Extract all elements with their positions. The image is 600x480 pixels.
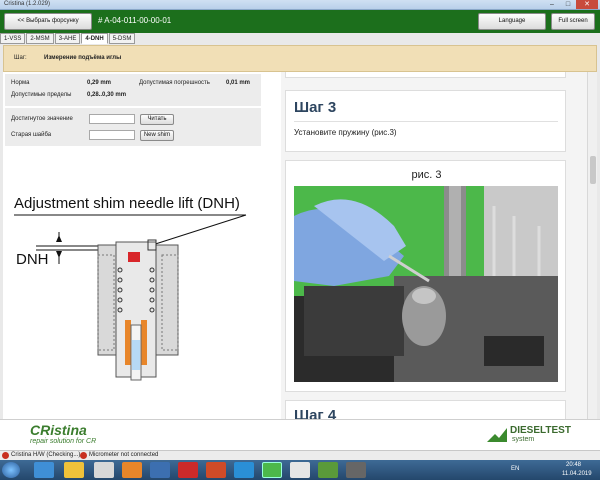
settings-app-icon[interactable] (94, 462, 114, 478)
step-bar: Шаг: Измерение подъёма иглы (3, 45, 597, 72)
limits-label: Допустимые пределы (11, 92, 72, 98)
old-shim-field[interactable] (89, 130, 135, 140)
previous-step-card (285, 72, 566, 78)
tab-ahe[interactable]: 3-AHE (54, 33, 81, 44)
generic-app-icon[interactable] (150, 462, 170, 478)
tolerance-label: Допустимая погрешность (139, 80, 210, 86)
step-card: Шаг 3 Установите пружину (рис.3) (285, 90, 566, 152)
hardware-status-icon (2, 452, 9, 459)
norm-value: 0,29 mm (87, 80, 112, 86)
instruction-panel: Шаг 3 Установите пружину (рис.3) рис. 3 … (281, 72, 587, 419)
dnh-label: DNH (16, 251, 49, 268)
hardware-status: Cristina H/W (Checking...) (11, 452, 81, 458)
clock-date[interactable]: 11.04.2019 (562, 471, 592, 477)
brand-name: CRistina (30, 422, 87, 438)
os-taskbar: EN 20:48 11.04.2019 (0, 460, 600, 480)
ie-icon[interactable] (34, 462, 54, 478)
read-button[interactable]: Читать (140, 114, 174, 125)
step-instruction: Установите пружину (рис.3) (294, 128, 397, 137)
opera-icon[interactable] (178, 462, 198, 478)
start-icon[interactable] (2, 462, 20, 478)
tab-dsm[interactable]: 5-DSM (108, 33, 136, 44)
measurement-input-box: Достигнутое значение Читать Старая шайба… (5, 108, 261, 146)
select-injector-button[interactable]: << Выбрать форсунку (4, 13, 92, 30)
limits-value: 0,28..0,30 mm (87, 92, 127, 98)
new-shim-button[interactable]: New shim (140, 130, 174, 141)
window-titlebar: Cristina (1.2.029) – □ ✕ (0, 0, 600, 10)
tab-vss[interactable]: 1-VSS (0, 33, 26, 44)
tab-msm[interactable]: 2-MSM (26, 33, 54, 44)
next-step-card: Шаг 4 (285, 400, 566, 419)
micrometer-status: Micrometer not connected (89, 452, 159, 458)
cristina-taskbar-icon[interactable] (262, 462, 282, 478)
figure-card: рис. 3 (285, 160, 566, 392)
logo-text: DIESELTEST (510, 425, 571, 436)
injector-code: # A-04-011-00-00-01 (98, 16, 172, 25)
figure-photo (294, 186, 558, 382)
instruction-scrollbar[interactable] (587, 72, 597, 419)
step-tabs: 1-VSS 2-MSM 3-AHE 4-DNH 5-DSM (0, 33, 136, 44)
injector-cross-section (14, 214, 247, 381)
step-label: Шаг: (14, 55, 27, 61)
office-icon[interactable] (206, 462, 226, 478)
next-step-title: Шаг 4 (294, 407, 337, 419)
window-controls: – □ ✕ (544, 0, 598, 9)
logo-sub: system (512, 436, 535, 443)
reached-value-field[interactable] (89, 114, 135, 124)
step-title: Шаг 3 (294, 99, 337, 116)
figure-caption: рис. 3 (411, 169, 442, 181)
chrome-icon[interactable] (290, 462, 310, 478)
brand-tagline: repair solution for CR (30, 438, 97, 445)
tolerance-value: 0,01 mm (226, 80, 251, 86)
fullscreen-button[interactable]: Full screen (551, 13, 595, 30)
skype-icon[interactable] (234, 462, 254, 478)
old-shim-label: Старая шайба (11, 132, 52, 138)
window-title: Cristina (1.2.029) (4, 1, 51, 7)
tool-app-icon[interactable] (318, 462, 338, 478)
maximize-icon[interactable]: □ (560, 0, 576, 9)
close-icon[interactable]: ✕ (576, 0, 598, 9)
language-button[interactable]: Language (478, 13, 546, 30)
clock-time[interactable]: 20:48 (566, 462, 581, 468)
folder-icon[interactable] (64, 462, 84, 478)
reached-value-label: Достигнутое значение (11, 116, 73, 122)
tab-dnh[interactable]: 4-DNH (81, 33, 108, 44)
keyboard-language[interactable]: EN (511, 466, 519, 472)
status-bar: Cristina H/W (Checking...) Micrometer no… (0, 450, 600, 460)
media-player-icon[interactable] (122, 462, 142, 478)
step-name: Измерение подъёма иглы (44, 55, 122, 61)
utility-app-icon[interactable] (346, 462, 366, 478)
step-divider (294, 121, 558, 122)
dieseltest-logo-icon (487, 428, 507, 442)
micrometer-status-icon (80, 452, 87, 459)
scrollbar-thumb[interactable] (590, 156, 596, 184)
minimize-icon[interactable]: – (544, 0, 560, 9)
dnh-diagram: Adjustment shim needle lift (DNH) DNH (6, 190, 276, 390)
app-footer: CRistina repair solution for CR DIESELTE… (0, 419, 600, 450)
norm-label: Норма (11, 80, 30, 86)
spec-info-box: Норма 0,29 mm Допустимая погрешность 0,0… (5, 74, 261, 106)
